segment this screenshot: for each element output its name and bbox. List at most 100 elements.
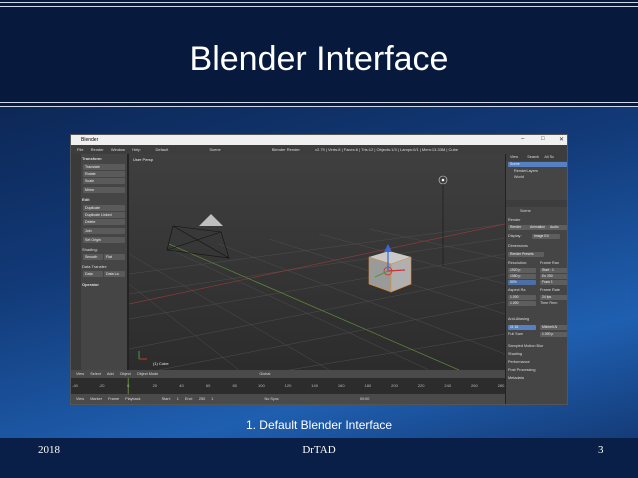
- end-field[interactable]: 250: [199, 397, 205, 401]
- animation-button[interactable]: Animation: [528, 225, 548, 230]
- anti-aliasing-header[interactable]: Anti-Aliasing: [508, 317, 529, 321]
- aa-samples-select[interactable]: 11 16: [508, 325, 536, 330]
- properties-tabs[interactable]: [506, 200, 567, 207]
- smooth-button[interactable]: Smooth: [83, 254, 103, 260]
- mirror-button[interactable]: Mirror: [83, 187, 125, 193]
- resolution-percent-slider[interactable]: 50%: [508, 280, 536, 285]
- minimize-button[interactable]: –: [521, 136, 524, 142]
- resolution-y-field[interactable]: 1080 p: [508, 274, 536, 279]
- slide-title: Blender Interface: [189, 40, 449, 78]
- start-field[interactable]: 1: [177, 397, 179, 401]
- render-button[interactable]: Render: [508, 225, 528, 230]
- post-processing-header[interactable]: Post Processing: [508, 368, 535, 372]
- timeline-ruler: -40 -20 0 20 40 60 80 100 120 140 160 180 200 220 240 2…: [71, 378, 505, 394]
- transform-header[interactable]: Transform: [82, 156, 102, 161]
- full-sample-checkbox[interactable]: Full Sam: [508, 332, 523, 336]
- set-origin-button[interactable]: Set Origin: [83, 237, 125, 243]
- resolution-x-field[interactable]: 1920 p: [508, 268, 536, 273]
- select-menu[interactable]: Select: [90, 372, 101, 376]
- outliner-item-world[interactable]: World: [514, 175, 524, 179]
- metadata-header[interactable]: Metadata: [508, 376, 524, 380]
- timeline-tick-label: 20: [153, 383, 158, 388]
- aspect-y-field[interactable]: 1.000: [508, 301, 536, 306]
- 3d-viewport[interactable]: User Persp (1) Cube: [129, 154, 505, 370]
- header-rule-bottom-2: [0, 106, 638, 107]
- outliner-view[interactable]: View: [510, 155, 518, 159]
- viewport-header: View Select Add Object Object Mode Globa…: [71, 370, 505, 378]
- join-button[interactable]: Join: [83, 228, 125, 234]
- right-panels: View Search All Sc Scene RenderLayers Wo…: [505, 154, 567, 404]
- timeline-tick-label: 220: [418, 383, 425, 388]
- blender-screenshot: Blender – □ ✕ File Render Window Help De…: [70, 134, 568, 405]
- edit-header[interactable]: Edit: [82, 197, 90, 202]
- engine-select[interactable]: Blender Render: [272, 147, 300, 152]
- duplicate-button[interactable]: Duplicate: [83, 205, 125, 211]
- viewport-scene: [129, 154, 505, 370]
- fps-select[interactable]: 24 fps: [540, 295, 567, 300]
- timeline[interactable]: -40 -20 0 20 40 60 80 100 120 140 160 180 200 220 240 2…: [71, 378, 505, 394]
- stats-text: v2.79 | Verts:8 | Faces:6 | Tris:12 | Ob…: [314, 147, 459, 152]
- timeline-tick-label: 140: [311, 383, 318, 388]
- menu-render[interactable]: Render: [91, 147, 104, 152]
- frame-step-field[interactable]: Fram 1: [540, 280, 567, 285]
- shading-label: Shading:: [82, 247, 98, 252]
- performance-header[interactable]: Performance: [508, 360, 530, 364]
- rotate-button[interactable]: Rotate: [83, 171, 125, 177]
- outliner-filter[interactable]: All Sc: [544, 155, 554, 159]
- outliner-item-scene[interactable]: Scene: [508, 162, 567, 167]
- header-rule-top: [0, 2, 638, 3]
- tool-tabs[interactable]: [71, 154, 81, 376]
- shading-header[interactable]: Shading: [508, 352, 522, 356]
- flat-button[interactable]: Flat: [104, 254, 125, 260]
- aa-filter-select[interactable]: Mitchell-N: [540, 325, 567, 330]
- mode-select[interactable]: Object Mode: [137, 372, 159, 376]
- menu-help[interactable]: Help: [132, 147, 140, 152]
- tl-frame-menu[interactable]: Frame: [108, 397, 119, 401]
- menu-file[interactable]: File: [77, 147, 83, 152]
- sync-select[interactable]: No Sync: [264, 397, 278, 401]
- timeline-tick-label: 200: [391, 383, 398, 388]
- data-layout-button[interactable]: Data La: [104, 271, 125, 277]
- dimensions-header[interactable]: Dimensions: [508, 244, 528, 248]
- close-button[interactable]: ✕: [559, 136, 564, 143]
- menu-window[interactable]: Window: [111, 147, 125, 152]
- outliner-item-renderlayers[interactable]: RenderLayers: [514, 169, 538, 173]
- view-menu[interactable]: View: [76, 372, 84, 376]
- time-remap-label: Time Rem: [540, 301, 558, 305]
- tl-view-menu[interactable]: View: [76, 397, 84, 401]
- tl-playback-menu[interactable]: Playback: [125, 397, 140, 401]
- active-object-label: (1) Cube: [153, 361, 169, 366]
- current-frame-field[interactable]: 1: [211, 397, 213, 401]
- scene-select[interactable]: Scene: [209, 147, 220, 152]
- timeline-tick-label: 280: [498, 383, 505, 388]
- delete-button[interactable]: Delete: [83, 219, 125, 225]
- frame-range-label: Frame Ran: [540, 261, 559, 265]
- add-menu[interactable]: Add: [107, 372, 114, 376]
- translate-button[interactable]: Translate: [83, 164, 125, 170]
- operator-header[interactable]: Operator: [82, 282, 99, 287]
- layout-select[interactable]: Default: [156, 147, 169, 152]
- outliner-search[interactable]: Search: [527, 155, 539, 159]
- tl-marker-menu[interactable]: Marker: [90, 397, 102, 401]
- header-rule-top-2: [0, 6, 638, 7]
- motion-blur-header[interactable]: Sampled Motion Blur: [508, 344, 543, 348]
- scale-button[interactable]: Scale: [83, 178, 125, 184]
- maximize-button[interactable]: □: [541, 136, 545, 142]
- duplicate-linked-button[interactable]: Duplicate Linked: [83, 212, 125, 218]
- display-label: Display:: [508, 234, 522, 238]
- display-select[interactable]: Image Ed: [532, 234, 560, 239]
- data-transfer-label: Data Transfer:: [82, 264, 108, 269]
- scene-context: Scene: [520, 209, 531, 213]
- audio-button[interactable]: Audio: [548, 225, 567, 230]
- render-presets-select[interactable]: Render Presets: [508, 252, 544, 257]
- timeline-tick-label: 40: [179, 383, 184, 388]
- orientation-select[interactable]: Global: [259, 372, 270, 376]
- frame-start-field[interactable]: Start : 1: [540, 268, 567, 273]
- data-button[interactable]: Data: [83, 271, 103, 277]
- aspect-x-field[interactable]: 1.000: [508, 295, 536, 300]
- object-menu[interactable]: Object: [120, 372, 131, 376]
- filter-size-field[interactable]: 1.000 p: [540, 332, 567, 337]
- frame-end-field[interactable]: En 250: [540, 274, 567, 279]
- timeline-tick-label: -20: [99, 383, 106, 388]
- render-panel-header[interactable]: Render: [508, 218, 520, 222]
